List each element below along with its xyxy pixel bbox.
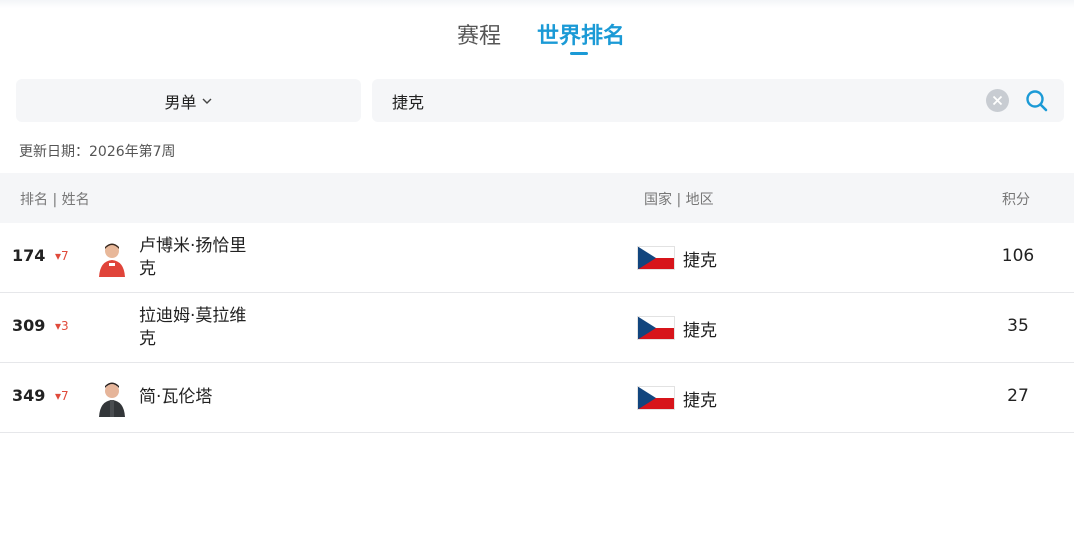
category-select[interactable]: 男单 [16, 79, 361, 122]
tab-world-ranking[interactable]: 世界排名 [537, 18, 625, 50]
country-name: 捷克 [683, 321, 717, 341]
search-icon[interactable] [1024, 88, 1050, 114]
country-name: 捷克 [683, 251, 717, 271]
search-box [372, 79, 1064, 122]
header-rank-name: 排名 | 姓名 [20, 192, 90, 208]
header-points: 积分 [1002, 192, 1030, 208]
rank-change: ▾7 [55, 389, 69, 403]
chevron-down-icon [202, 98, 211, 104]
clear-icon [992, 95, 1003, 106]
rank-change: ▾7 [55, 249, 69, 263]
category-select-label: 男单 [164, 92, 197, 112]
rankings-page: 赛程 世界排名 男单 更新日期：2026年第7周 排名 | 姓名 国家 | 地区… [0, 0, 1074, 535]
rank-number: 309 [12, 316, 46, 335]
czech-flag-icon [637, 316, 675, 340]
active-tab-indicator [570, 52, 588, 55]
tab-bar: 赛程 世界排名 [0, 18, 1074, 58]
player-avatar [97, 239, 127, 277]
czech-flag-icon [637, 386, 675, 410]
points-value: 106 [1001, 246, 1035, 266]
rank-number: 349 [12, 386, 46, 405]
player-name: 拉迪姆·莫拉维 克 [139, 306, 247, 349]
table-row[interactable]: 349 ▾7 简·瓦伦塔 捷克 27 [0, 363, 1074, 433]
rank-change: ▾3 [55, 319, 69, 333]
points-value: 27 [1007, 386, 1029, 406]
country-name: 捷克 [683, 391, 717, 411]
player-avatar [97, 379, 127, 417]
czech-flag-icon [637, 246, 675, 270]
player-name: 卢博米·扬恰里 克 [139, 236, 247, 279]
tab-schedule[interactable]: 赛程 [457, 18, 501, 50]
clear-button[interactable] [986, 89, 1009, 112]
search-input[interactable] [392, 79, 972, 122]
top-strip [0, 0, 1074, 8]
table-row[interactable]: 174 ▾7 卢博米·扬恰里 克 捷克 106 [0, 223, 1074, 293]
table-header: 排名 | 姓名 国家 | 地区 积分 [0, 173, 1074, 223]
rank-number: 174 [12, 246, 46, 265]
points-value: 35 [1007, 316, 1029, 336]
table-row[interactable]: 309 ▾3 拉迪姆·莫拉维 克 捷克 35 [0, 293, 1074, 363]
player-name: 简·瓦伦塔 [139, 387, 213, 407]
header-country: 国家 | 地区 [644, 192, 714, 208]
update-date: 更新日期：2026年第7周 [19, 144, 176, 160]
